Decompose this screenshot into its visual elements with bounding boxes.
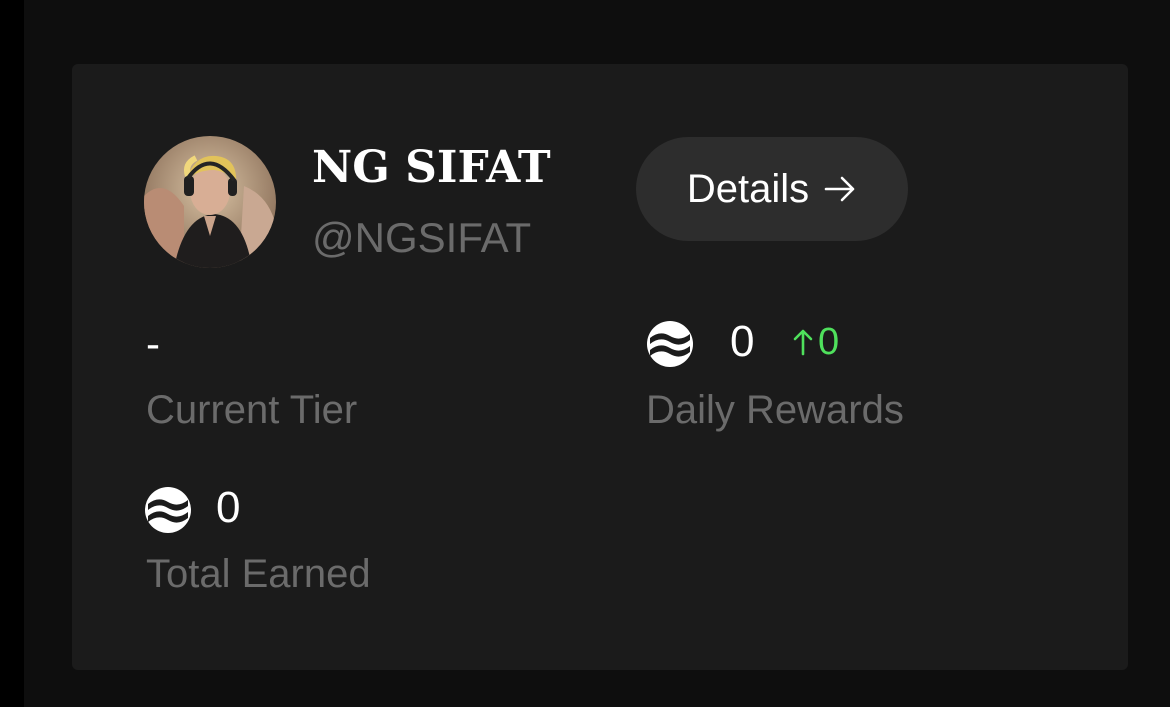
user-avatar-photo	[144, 136, 276, 268]
user-handle: @NGSIFAT	[312, 214, 532, 261]
left-edge-strip	[0, 0, 24, 707]
total-earned-value: 0	[216, 483, 241, 532]
arrow-up-icon	[793, 329, 813, 356]
coin-icon	[647, 321, 693, 367]
current-tier-value: -	[146, 320, 160, 367]
details-button-label: Details	[686, 166, 810, 211]
total-earned-label: Total Earned	[146, 552, 371, 596]
page-background: NG SIFAT @NGSIFAT Details - Current Tier…	[0, 0, 1170, 707]
details-button[interactable]: Details	[636, 137, 908, 241]
avatar[interactable]	[144, 136, 276, 268]
daily-rewards-change: 0	[792, 314, 839, 370]
daily-rewards-change-value: 0	[818, 321, 840, 363]
daily-rewards-value: 0	[730, 317, 755, 366]
arrow-right-icon	[824, 176, 855, 202]
daily-rewards-label: Daily Rewards	[646, 388, 904, 432]
coin-icon	[145, 487, 191, 533]
display-name: NG SIFAT	[312, 142, 551, 193]
current-tier-label: Current Tier	[146, 388, 358, 432]
